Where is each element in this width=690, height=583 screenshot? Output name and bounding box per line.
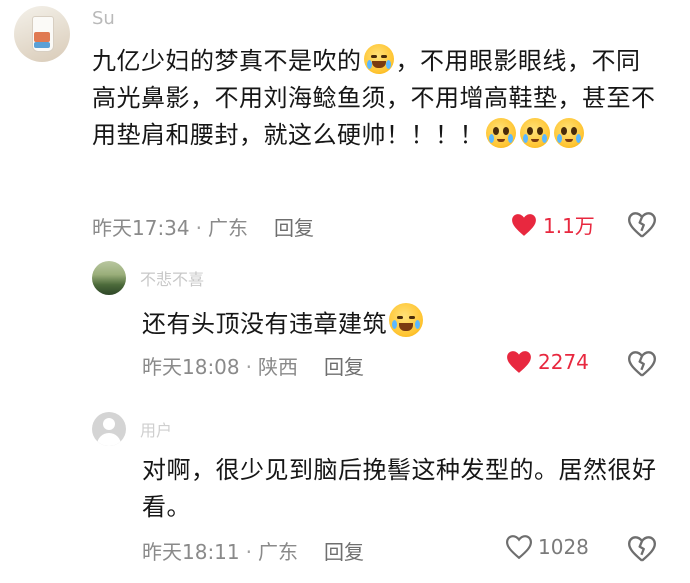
laughing-crying-emoji <box>363 44 394 74</box>
like-button[interactable]: 1028 <box>506 535 589 559</box>
comment-location: 广东 <box>208 216 248 240</box>
broken-heart-icon[interactable] <box>628 211 656 239</box>
comment-text: 还有头顶没有违章建筑 <box>142 303 642 343</box>
heart-icon <box>512 213 536 236</box>
heart-icon <box>507 351 531 373</box>
reply-button[interactable]: 回复 <box>324 540 364 564</box>
comment-text: 对啊，很少见到脑后挽髻这种发型的。居然很好看。 <box>142 452 662 526</box>
like-count: 1.1万 <box>543 214 595 238</box>
reply-button[interactable]: 回复 <box>274 216 314 240</box>
avatar[interactable] <box>14 6 70 62</box>
username[interactable]: 用户 <box>140 417 172 441</box>
heart-icon <box>506 535 532 559</box>
like-button[interactable]: 2274 <box>506 350 589 374</box>
like-count: 1028 <box>538 535 589 559</box>
comment-item: Su 九亿少妇的梦真不是吹的 ，不用眼影眼线，不同高光鼻影，不用刘海鲶鱼须，不用增… <box>0 0 690 250</box>
comment-item: 不悲不喜 还有头顶没有违章建筑 昨天18:08 · 陕西 回复 2274 <box>0 250 690 390</box>
username[interactable]: 不悲不喜 <box>140 266 204 290</box>
laughing-crying-emoji <box>389 303 423 337</box>
avatar[interactable] <box>92 261 126 295</box>
comment-meta: 昨天18:11 · 广东 回复 <box>142 540 364 564</box>
comment-text-part: 对啊，很少见到脑后挽髻这种发型的。居然很好看。 <box>142 456 657 521</box>
comment-location: 陕西 <box>258 355 298 379</box>
comment-item: 用户 对啊，很少见到脑后挽髻这种发型的。居然很好看。 昨天18:11 · 广东 回复 … <box>0 390 690 583</box>
broken-heart-icon[interactable] <box>628 350 656 378</box>
avatar[interactable] <box>92 412 126 446</box>
comment-time: 昨天17:34 <box>92 216 190 240</box>
comment-location: 广东 <box>258 540 298 564</box>
pleading-crying-emoji <box>520 118 550 148</box>
pleading-crying-emoji <box>554 118 584 148</box>
comment-text-part: 九亿少妇的梦真不是吹的 <box>92 47 362 75</box>
comment-text-part: 还有头顶没有违章建筑 <box>142 310 387 338</box>
broken-heart-icon[interactable] <box>628 535 656 563</box>
reply-button[interactable]: 回复 <box>324 355 364 379</box>
comment-time: 昨天18:11 <box>142 540 240 564</box>
pleading-crying-emoji <box>486 118 516 148</box>
like-count: 2274 <box>538 350 589 374</box>
like-button[interactable]: 1.1万 <box>511 210 595 239</box>
comment-meta: 昨天18:08 · 陕西 回复 <box>142 355 364 379</box>
comment-text: 九亿少妇的梦真不是吹的 ，不用眼影眼线，不同高光鼻影，不用刘海鲶鱼须，不用增高鞋垫… <box>92 43 662 154</box>
comment-time: 昨天18:08 <box>142 355 240 379</box>
username[interactable]: Su <box>92 8 115 29</box>
comment-meta: 昨天17:34 · 广东 回复 <box>92 216 314 240</box>
